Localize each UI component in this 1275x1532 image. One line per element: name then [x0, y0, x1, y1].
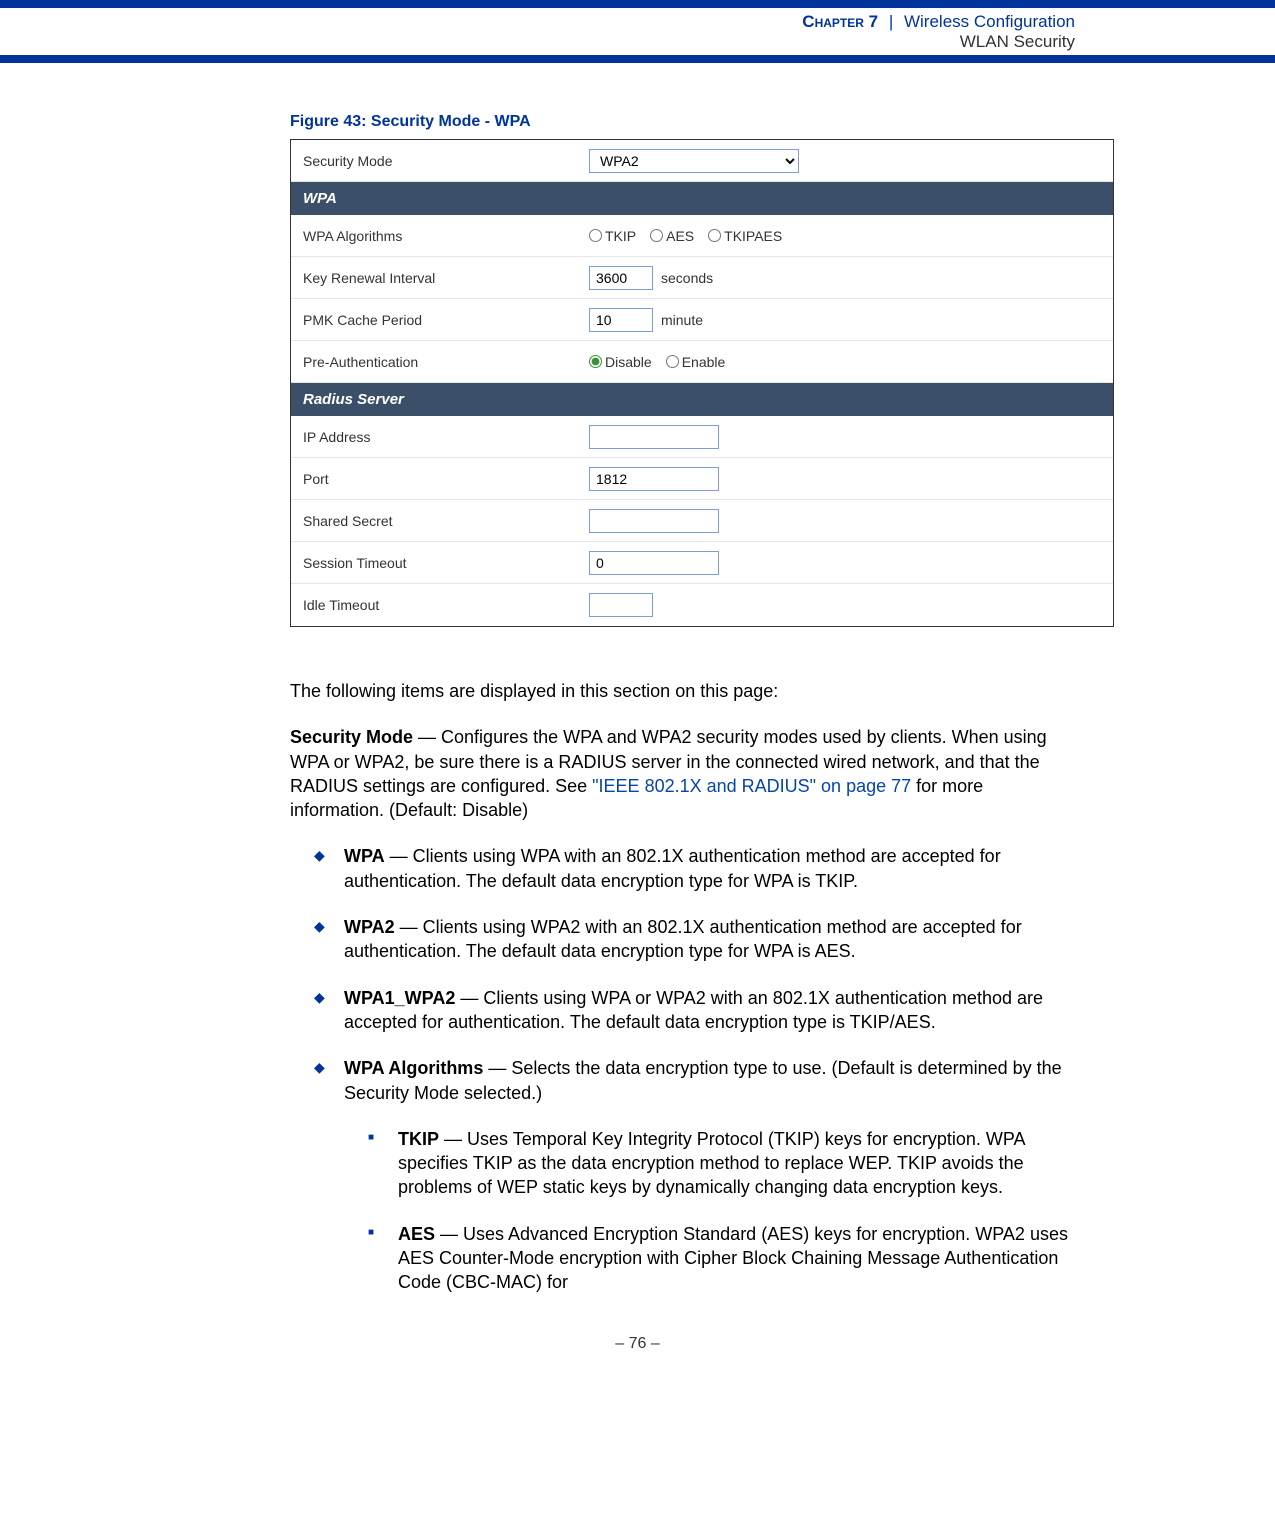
radio-disable-label: Disable — [605, 354, 652, 370]
sm-label: Security Mode — [290, 727, 413, 747]
section-radius: Radius Server — [291, 383, 1113, 416]
section-wpa: WPA — [291, 182, 1113, 215]
subitem-tkip: TKIP — Uses Temporal Key Integrity Proto… — [368, 1127, 1075, 1200]
body-text: The following items are displayed in thi… — [290, 679, 1075, 1295]
radio-aes-wrap[interactable]: AES — [650, 228, 694, 244]
item-wpa1-wpa2-label: WPA1_WPA2 — [344, 988, 455, 1008]
item-wpa-label: WPA — [344, 846, 385, 866]
input-key-renewal[interactable] — [589, 266, 653, 290]
row-security-mode: Security Mode WPA2 — [291, 140, 1113, 182]
subitem-aes-text: — Uses Advanced Encryption Standard (AES… — [398, 1224, 1068, 1293]
label-pre-auth: Pre-Authentication — [291, 346, 581, 378]
radio-tkip-label: TKIP — [605, 228, 636, 244]
label-security-mode: Security Mode — [291, 145, 581, 177]
label-pmk-cache: PMK Cache Period — [291, 304, 581, 336]
radio-enable-wrap[interactable]: Enable — [666, 354, 726, 370]
row-session-timeout: Session Timeout — [291, 542, 1113, 584]
label-key-renewal: Key Renewal Interval — [291, 262, 581, 294]
intro-para: The following items are displayed in thi… — [290, 679, 1075, 703]
radio-tkipaes[interactable] — [708, 229, 721, 242]
input-session-timeout[interactable] — [589, 551, 719, 575]
radio-tkipaes-wrap[interactable]: TKIPAES — [708, 228, 782, 244]
subitem-tkip-text: — Uses Temporal Key Integrity Protocol (… — [398, 1129, 1025, 1198]
item-wpa2: WPA2 — Clients using WPA2 with an 802.1X… — [314, 915, 1075, 964]
label-port: Port — [291, 463, 581, 495]
sub-list: TKIP — Uses Temporal Key Integrity Proto… — [368, 1127, 1075, 1295]
radio-aes[interactable] — [650, 229, 663, 242]
subitem-aes: AES — Uses Advanced Encryption Standard … — [368, 1222, 1075, 1295]
label-ip-address: IP Address — [291, 421, 581, 453]
label-shared-secret: Shared Secret — [291, 505, 581, 537]
link-ieee[interactable]: "IEEE 802.1X and RADIUS" on page 77 — [592, 776, 911, 796]
label-idle-timeout: Idle Timeout — [291, 589, 581, 621]
header-bar — [0, 0, 1275, 8]
subitem-aes-label: AES — [398, 1224, 435, 1244]
input-ip-address[interactable] — [589, 425, 719, 449]
header-title: Wireless Configuration — [904, 12, 1075, 31]
page-header: Chapter 7 | Wireless Configuration WLAN … — [0, 8, 1275, 55]
radio-enable[interactable] — [666, 355, 679, 368]
content: Figure 43: Security Mode - WPA Security … — [290, 113, 1075, 1295]
radio-tkip[interactable] — [589, 229, 602, 242]
item-wpa2-text: — Clients using WPA2 with an 802.1X auth… — [344, 917, 1022, 961]
row-wpa-algorithms: WPA Algorithms TKIP AES TKIPAES — [291, 215, 1113, 257]
label-wpa-algorithms: WPA Algorithms — [291, 220, 581, 252]
radio-aes-label: AES — [666, 228, 694, 244]
input-shared-secret[interactable] — [589, 509, 719, 533]
header-subtitle: WLAN Security — [960, 32, 1075, 51]
item-wpa-alg-label: WPA Algorithms — [344, 1058, 483, 1078]
row-pmk-cache: PMK Cache Period minute — [291, 299, 1113, 341]
input-idle-timeout[interactable] — [589, 593, 653, 617]
select-security-mode[interactable]: WPA2 — [589, 149, 799, 173]
figure-caption: Figure 43: Security Mode - WPA — [290, 113, 1075, 131]
unit-minute: minute — [661, 312, 703, 328]
subitem-tkip-label: TKIP — [398, 1129, 439, 1149]
radio-disable[interactable] — [589, 355, 602, 368]
radio-tkipaes-label: TKIPAES — [724, 228, 782, 244]
item-wpa: WPA — Clients using WPA with an 802.1X a… — [314, 844, 1075, 893]
row-idle-timeout: Idle Timeout — [291, 584, 1113, 626]
radio-enable-label: Enable — [682, 354, 726, 370]
page-footer: – 76 – — [0, 1335, 1275, 1373]
security-mode-para: Security Mode — Configures the WPA and W… — [290, 725, 1075, 822]
input-pmk-cache[interactable] — [589, 308, 653, 332]
item-wpa-text: — Clients using WPA with an 802.1X authe… — [344, 846, 1001, 890]
row-key-renewal: Key Renewal Interval seconds — [291, 257, 1113, 299]
item-wpa2-label: WPA2 — [344, 917, 395, 937]
row-shared-secret: Shared Secret — [291, 500, 1113, 542]
row-pre-auth: Pre-Authentication Disable Enable — [291, 341, 1113, 383]
item-wpa-alg: WPA Algorithms — Selects the data encryp… — [314, 1056, 1075, 1294]
radio-tkip-wrap[interactable]: TKIP — [589, 228, 636, 244]
chapter-label: Chapter 7 — [802, 12, 878, 31]
label-session-timeout: Session Timeout — [291, 547, 581, 579]
figure-box: Security Mode WPA2 WPA WPA Algorithms TK… — [290, 139, 1114, 627]
separator: | — [889, 12, 893, 31]
unit-seconds: seconds — [661, 270, 713, 286]
bullet-list: WPA — Clients using WPA with an 802.1X a… — [314, 844, 1075, 1294]
item-wpa1-wpa2: WPA1_WPA2 — Clients using WPA or WPA2 wi… — [314, 986, 1075, 1035]
radio-disable-wrap[interactable]: Disable — [589, 354, 652, 370]
header-bar-bottom — [0, 55, 1275, 63]
row-port: Port — [291, 458, 1113, 500]
input-port[interactable] — [589, 467, 719, 491]
row-ip-address: IP Address — [291, 416, 1113, 458]
